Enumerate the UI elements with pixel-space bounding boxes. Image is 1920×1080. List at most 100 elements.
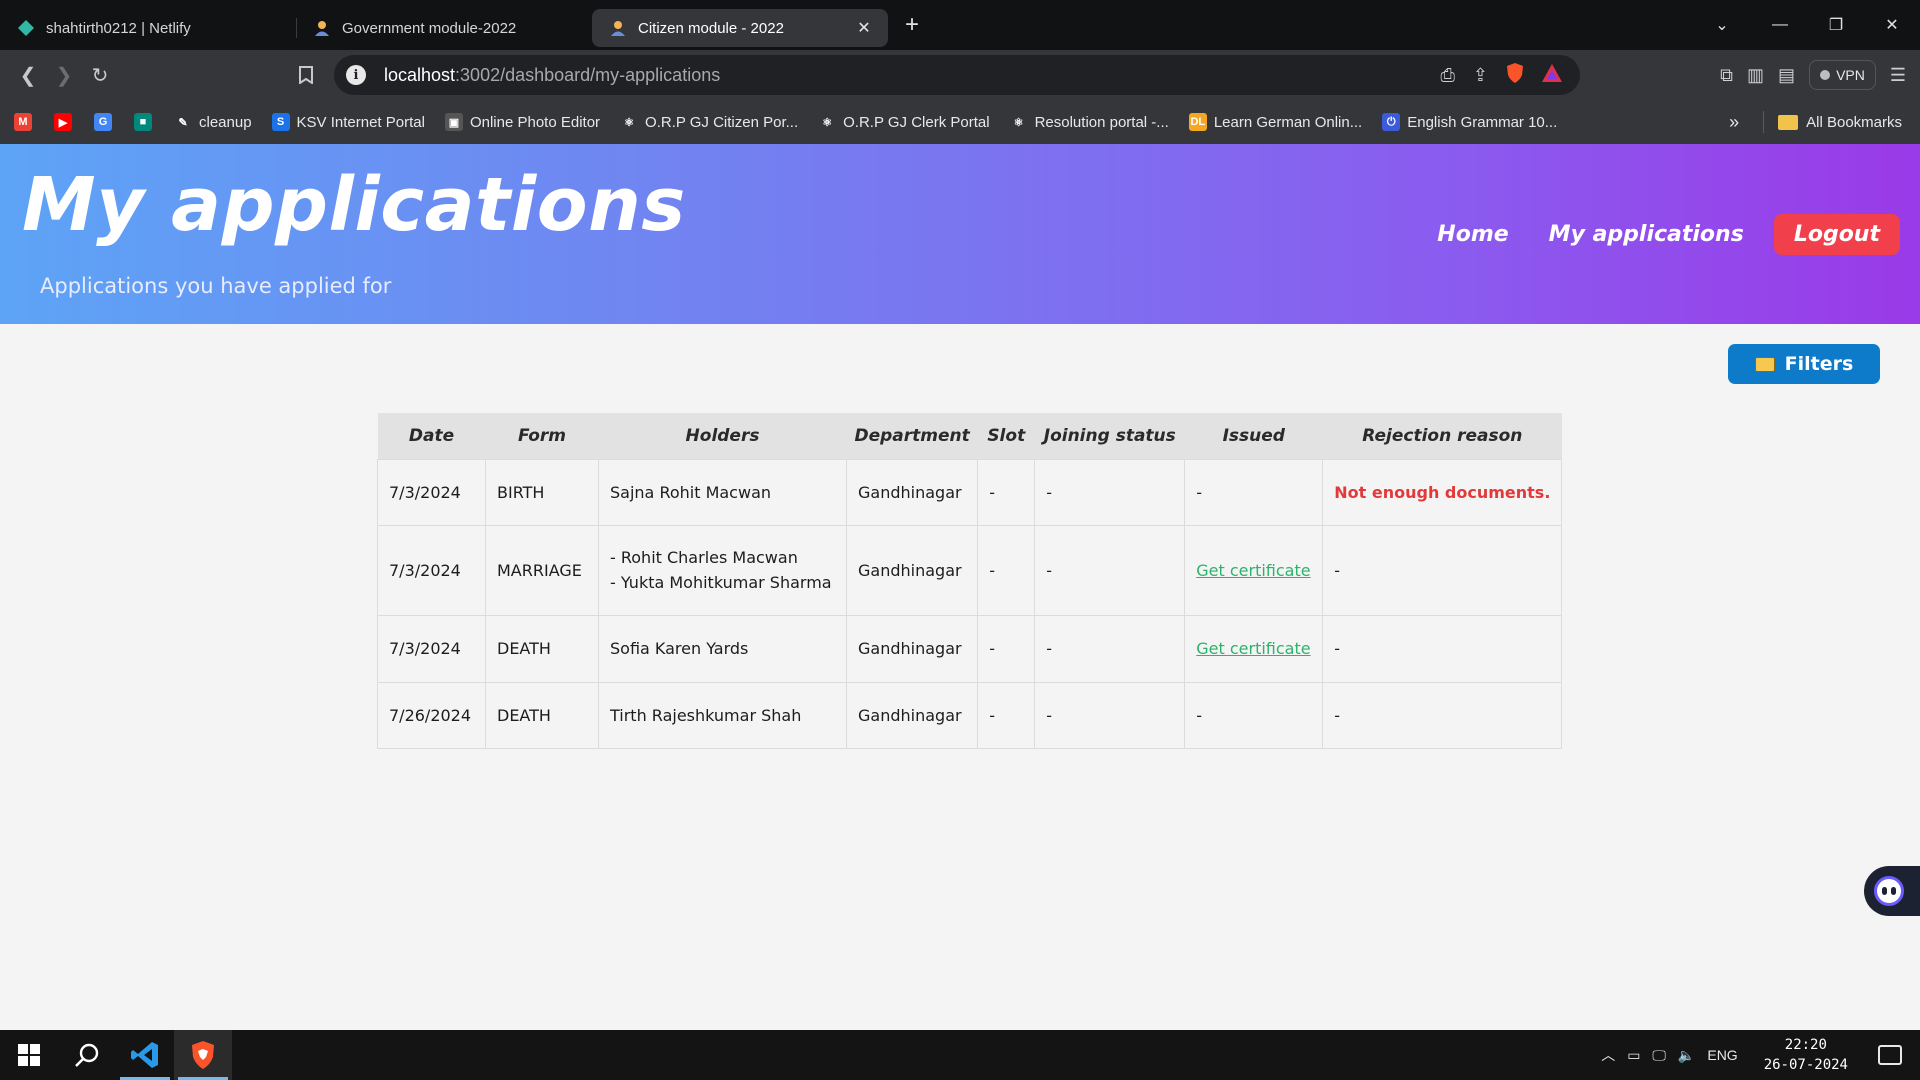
start-button[interactable]	[0, 1030, 58, 1080]
cleanup-icon: ✎	[174, 113, 192, 131]
back-icon[interactable]: ❮	[10, 57, 46, 93]
language-indicator[interactable]: ENG	[1707, 1047, 1737, 1063]
cell-department: Gandhinagar	[845, 614, 979, 683]
search-button[interactable]	[58, 1030, 116, 1080]
person-icon	[314, 20, 330, 36]
table-row: 7/3/2024 MARRIAGE - Rohit Charles Macwan…	[377, 524, 1563, 616]
bookmarks-bar-right: » All Bookmarks	[1729, 100, 1902, 144]
close-tab-icon[interactable]: ✕	[854, 18, 874, 38]
bookmarks-separator	[1763, 111, 1765, 133]
page-content: My applications Applications you have ap…	[0, 144, 1920, 1030]
forward-icon[interactable]: ❯	[46, 57, 82, 93]
bookmark-page-icon[interactable]	[288, 57, 324, 93]
cell-rejection-reason: -	[1322, 524, 1563, 616]
vpn-button[interactable]: VPN	[1809, 60, 1876, 90]
cell-joining-status: -	[1034, 614, 1186, 683]
show-hidden-icons-icon[interactable]: ︿	[1601, 1045, 1615, 1065]
chat-assistant-button[interactable]	[1864, 866, 1920, 916]
address-bar-row: ❮ ❯ ↻ i localhost:3002/dashboard/my-appl…	[0, 50, 1920, 100]
bookmark-item[interactable]: G	[94, 113, 112, 131]
volume-icon[interactable]: 🔈	[1678, 1047, 1695, 1064]
react-icon: ⚛	[818, 113, 837, 131]
cell-rejection-reason: -	[1322, 614, 1563, 683]
minimize-icon[interactable]: —	[1752, 0, 1808, 50]
restore-icon[interactable]: ❐	[1808, 0, 1864, 50]
nav-home-link[interactable]: Home	[1437, 222, 1508, 247]
gmail-icon: M	[14, 113, 32, 131]
nav-my-applications-link[interactable]: My applications	[1549, 222, 1744, 247]
column-header-issued: Issued	[1184, 413, 1323, 459]
table-header-row: Date Form Holders Department Slot Joinin…	[377, 413, 1562, 459]
windows-logo-icon	[18, 1044, 40, 1066]
bookmark-item[interactable]: S KSV Internet Portal	[271, 113, 425, 131]
column-header-date: Date	[377, 413, 486, 459]
wallet-icon[interactable]: ▤	[1778, 65, 1795, 86]
tab-netlify[interactable]: shahtirth0212 | Netlify	[0, 9, 296, 47]
all-bookmarks-button[interactable]: All Bookmarks	[1806, 114, 1902, 131]
tab-government-module[interactable]: Government module-2022	[296, 9, 592, 47]
get-certificate-link[interactable]: Get certificate	[1196, 561, 1310, 580]
column-header-slot: Slot	[977, 413, 1035, 459]
notification-center-icon[interactable]	[1878, 1045, 1902, 1065]
vscode-taskbar-button[interactable]	[116, 1030, 174, 1080]
extensions-icon[interactable]: ⧉	[1720, 65, 1733, 86]
clock-time: 22:20	[1784, 1037, 1827, 1053]
tab-citizen-module[interactable]: Citizen module - 2022 ✕	[592, 9, 888, 47]
column-header-joining-status: Joining status	[1034, 413, 1185, 459]
url-field[interactable]: i localhost:3002/dashboard/my-applicatio…	[334, 55, 1580, 95]
more-bookmarks-icon[interactable]: »	[1729, 112, 1739, 133]
reload-icon[interactable]: ↻	[82, 57, 118, 93]
brave-shields-icon[interactable]	[1506, 62, 1524, 88]
main-nav: Home My applications Logout	[1437, 214, 1900, 255]
cell-issued: -	[1184, 458, 1324, 526]
sidebar-icon[interactable]: ▥	[1747, 65, 1764, 86]
cell-issued: Get certificate	[1184, 524, 1324, 616]
menu-icon[interactable]: ☰	[1890, 65, 1906, 86]
bookmark-item[interactable]: DL Learn German Onlin...	[1188, 113, 1362, 131]
bookmark-label: Online Photo Editor	[469, 113, 601, 131]
bookmark-item[interactable]: ✎ cleanup	[174, 113, 252, 131]
bookmark-item[interactable]: ▣ Online Photo Editor	[444, 113, 601, 131]
page-title: My applications	[22, 162, 686, 248]
vscode-icon	[131, 1042, 158, 1068]
bookmark-item[interactable]: ⚛ O.R.P GJ Clerk Portal	[818, 113, 990, 131]
install-app-icon[interactable]: ⎙	[1441, 65, 1455, 86]
holder-name: Sofia Karen Yards	[610, 639, 749, 658]
battery-icon[interactable]: ▭	[1627, 1047, 1640, 1064]
site-info-icon[interactable]: i	[346, 65, 366, 85]
logout-button[interactable]: Logout	[1773, 214, 1900, 255]
cell-rejection-reason: -	[1322, 681, 1563, 749]
bookmark-item[interactable]: M	[14, 113, 32, 131]
bookmark-label: O.R.P GJ Citizen Por...	[645, 113, 799, 131]
clock[interactable]: 22:20 26-07-2024	[1764, 1035, 1848, 1075]
system-tray: ︿ ▭ 🖵 🔈 ENG 22:20 26-07-2024	[1601, 1035, 1920, 1075]
network-icon[interactable]: 🖵	[1652, 1047, 1666, 1064]
bookmark-label: KSV Internet Portal	[296, 113, 425, 131]
filters-button[interactable]: Filters	[1728, 344, 1880, 384]
folder-icon	[1778, 114, 1799, 130]
get-certificate-link[interactable]: Get certificate	[1196, 639, 1310, 658]
cell-joining-status: -	[1034, 524, 1186, 616]
close-window-icon[interactable]: ✕	[1864, 0, 1920, 50]
cell-form: DEATH	[485, 681, 599, 749]
bookmark-item[interactable]: ⏻ English Grammar 10...	[1382, 113, 1557, 131]
brave-rewards-icon[interactable]	[1542, 63, 1562, 87]
tab-title: Government module-2022	[342, 19, 517, 37]
bookmark-item[interactable]: ■	[134, 113, 152, 131]
brave-taskbar-button[interactable]	[174, 1030, 232, 1080]
new-tab-button[interactable]: +	[892, 5, 932, 45]
search-icon	[75, 1043, 99, 1067]
folder-icon	[1754, 356, 1775, 372]
cell-joining-status: -	[1034, 681, 1186, 749]
tab-search-chevron-icon[interactable]: ⌄	[1692, 0, 1752, 50]
share-icon[interactable]: ⇪	[1473, 65, 1488, 86]
windows-taskbar: ︿ ▭ 🖵 🔈 ENG 22:20 26-07-2024	[0, 1030, 1920, 1080]
grammar-icon: ⏻	[1382, 113, 1401, 131]
cell-department: Gandhinagar	[845, 524, 979, 616]
column-header-rejection-reason: Rejection reason	[1322, 413, 1562, 459]
cell-slot: -	[977, 458, 1036, 526]
bookmark-item[interactable]: ⚛ Resolution portal -...	[1009, 113, 1169, 131]
bookmark-item[interactable]: ▶	[54, 113, 72, 131]
holder-name: Tirth Rajeshkumar Shah	[610, 705, 802, 725]
bookmark-item[interactable]: ⚛ O.R.P GJ Citizen Por...	[620, 113, 798, 131]
